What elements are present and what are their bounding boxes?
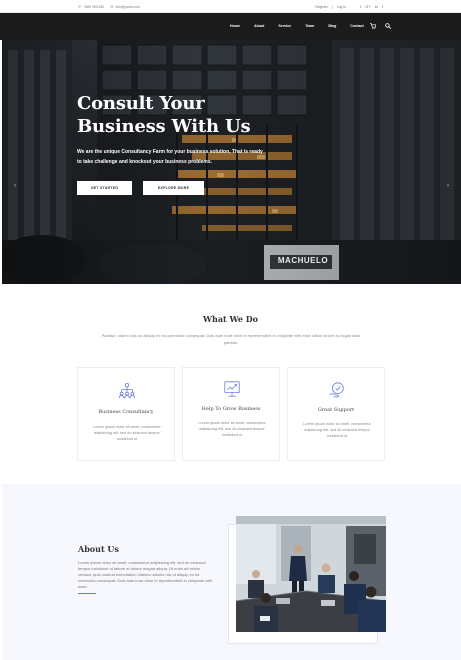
google-plus-icon[interactable]: G+ (365, 4, 370, 9)
main-navbar: Home About Service Team Blog Contact (0, 13, 461, 40)
card-text: Lorem ipsum dolor sit amet, consectetur … (198, 421, 266, 437)
card-title: Business Consultancy (98, 409, 154, 415)
nav-item-contact[interactable]: Contact (350, 24, 363, 28)
service-card-great-support[interactable]: Great Support Lorem ipsum dolor sit amet… (287, 367, 385, 461)
growth-chart-icon (224, 381, 240, 397)
about-underline (78, 593, 96, 594)
linkedin-icon[interactable]: in (375, 4, 378, 9)
card-title: Great Support (317, 407, 355, 413)
meeting-photo (236, 516, 386, 632)
top-bar: ✆ +880 953 542 ✉ info@yoobi.com Register… (0, 0, 461, 13)
twitter-icon[interactable]: t (382, 4, 383, 9)
explore-more-button[interactable]: EXPLORE MORE (143, 181, 204, 195)
hero-title: Consult Your Business With Us (77, 92, 297, 138)
hero-subtitle: We are the unique Consultancy Farm for y… (77, 147, 307, 167)
nav-menu: Home About Service Team Blog Contact (230, 24, 378, 28)
nav-item-about[interactable]: About (254, 24, 264, 28)
email-contact[interactable]: ✉ info@yoobi.com (110, 4, 140, 9)
about-meeting-image (236, 516, 386, 632)
card-text: Lorem ipsum dolor sit amet, consectetur … (303, 422, 371, 438)
envelope-icon: ✉ (110, 4, 114, 9)
about-text: Lorem ipsum dolor sit amet, consectetur … (78, 560, 213, 589)
search-icon[interactable] (385, 23, 391, 31)
card-title: Help To Grow Business (201, 406, 261, 412)
chevron-left-icon[interactable]: ‹ (14, 183, 16, 189)
hero-title-line1: Consult Your (77, 93, 205, 114)
chevron-right-icon[interactable]: › (447, 183, 449, 189)
nav-item-team[interactable]: Team (305, 24, 314, 28)
phone-contact[interactable]: ✆ +880 953 542 (78, 4, 104, 9)
register-link[interactable]: Register (315, 5, 328, 9)
phone-icon: ✆ (78, 4, 82, 9)
nav-item-service[interactable]: Service (278, 24, 291, 28)
services-subtitle: Pariatur, odorro has un aliquip ex ea co… (101, 333, 361, 345)
cart-icon[interactable] (370, 23, 377, 31)
hero-title-line2: Business With Us (77, 116, 251, 137)
service-card-grow-business[interactable]: Help To Grow Business Lorem ipsum dolor … (182, 367, 280, 461)
team-structure-icon (118, 382, 136, 399)
get-started-button[interactable]: GET STARTED (77, 181, 132, 195)
email-address: info@yoobi.com (115, 4, 140, 9)
support-hand-icon (329, 382, 344, 398)
services-title: What We Do (203, 314, 258, 324)
login-link[interactable]: Log In (337, 5, 346, 9)
about-title: About Us (78, 544, 119, 554)
separator: | (331, 4, 333, 9)
phone-number: +880 953 542 (83, 4, 105, 9)
building-sign: MACHUELO (277, 256, 329, 265)
nav-item-blog[interactable]: Blog (328, 24, 336, 28)
facebook-icon[interactable]: f (360, 4, 361, 9)
hero-subtitle-line2: to take challenge and knockout your busi… (77, 159, 213, 165)
nav-item-home[interactable]: Home (230, 24, 240, 28)
hero-subtitle-line1: We are the unique Consultancy Farm for y… (77, 149, 263, 155)
card-text: Lorem ipsum dolor sit amet, consectetur … (93, 425, 161, 441)
service-card-business-consultancy[interactable]: Business Consultancy Lorem ipsum dolor s… (77, 367, 175, 461)
